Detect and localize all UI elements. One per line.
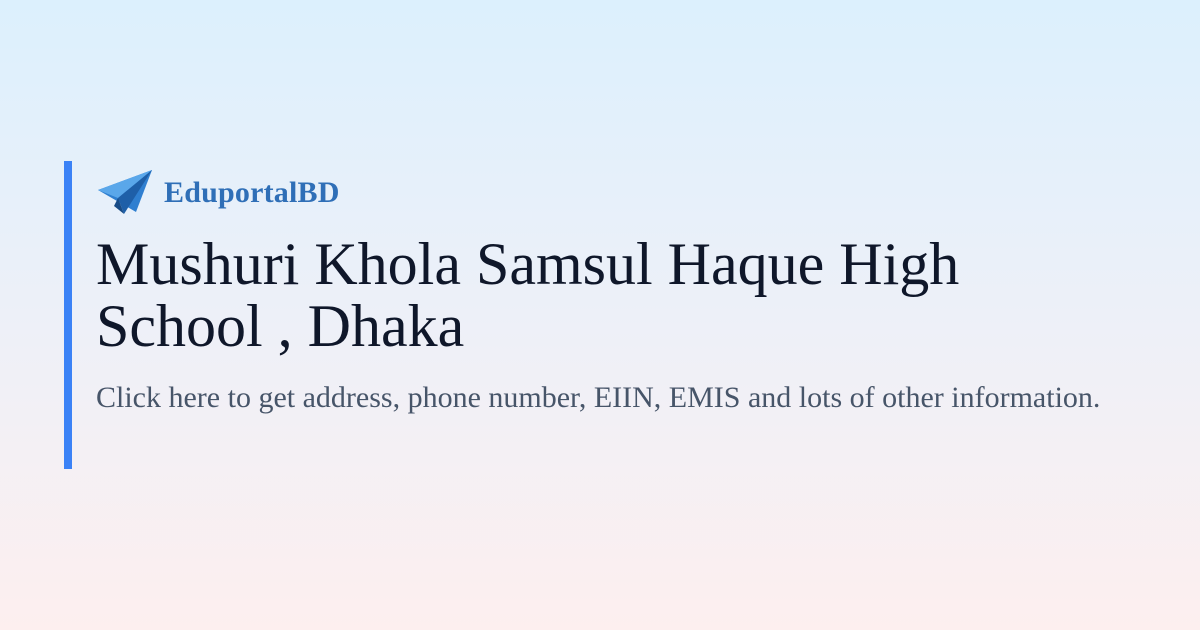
brand-name: EduportalBD — [164, 176, 340, 209]
og-card: EduportalBD Mushuri Khola Samsul Haque H… — [64, 161, 1144, 469]
page-title: Mushuri Khola Samsul Haque High School ,… — [96, 231, 960, 359]
page-subtitle: Click here to get address, phone number,… — [96, 381, 1101, 414]
paper-plane-icon — [96, 168, 154, 218]
brand-header: EduportalBD — [96, 165, 1144, 221]
